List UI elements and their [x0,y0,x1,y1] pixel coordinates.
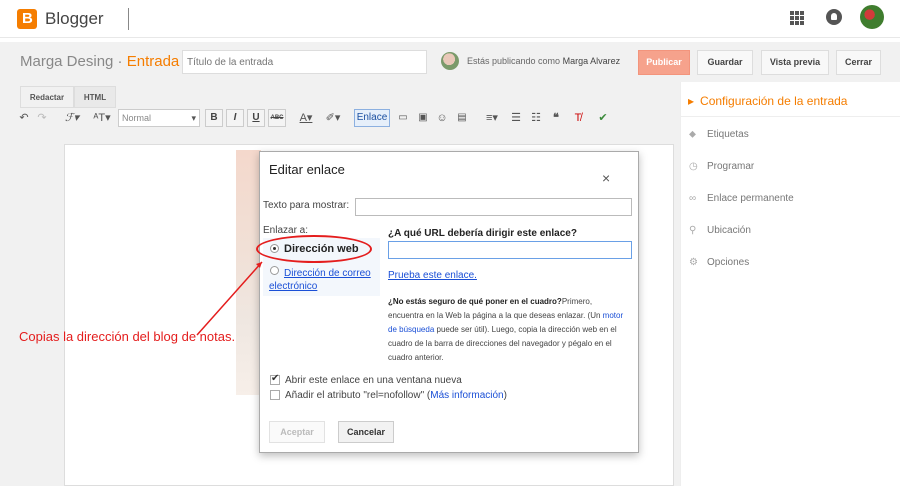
annotation-arrow [196,261,263,336]
annotation-text: Copias la dirección del blog de notas. [19,329,236,344]
